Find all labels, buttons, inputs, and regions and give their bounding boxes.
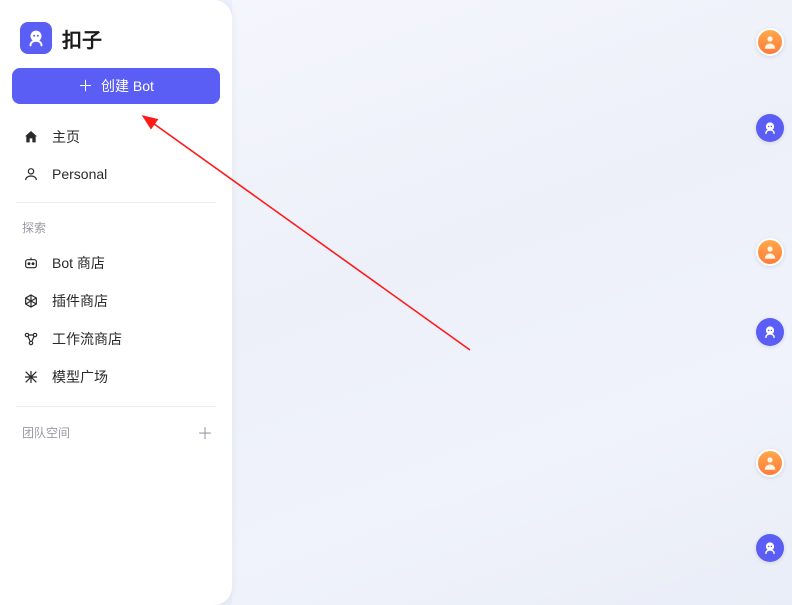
divider: [16, 202, 216, 203]
create-bot-label: 创建 Bot: [101, 76, 154, 96]
sidebar: 扣子 ＋ 创建 Bot 主页 Personal 探索 Bot 商店 插件商店: [0, 0, 232, 605]
nav-model-plaza-label: 模型广场: [52, 367, 108, 387]
nav-home[interactable]: 主页: [12, 118, 220, 156]
team-space-label: 团队空间: [22, 424, 70, 441]
assistant-bubble-icon[interactable]: [756, 534, 784, 562]
nav-plugin-store-label: 插件商店: [52, 291, 108, 311]
nav-personal-label: Personal: [52, 166, 107, 182]
nav-plugin-store[interactable]: 插件商店: [12, 282, 220, 320]
nav-home-label: 主页: [52, 127, 80, 147]
user-avatar-icon[interactable]: [756, 449, 784, 477]
nav-bot-store[interactable]: Bot 商店: [12, 244, 220, 282]
nav-workflow-store-label: 工作流商店: [52, 329, 122, 349]
nav-bot-store-label: Bot 商店: [52, 253, 105, 273]
person-icon: [22, 165, 40, 183]
assistant-bubble-icon[interactable]: [756, 318, 784, 346]
team-space-header: 团队空间 ＋: [12, 419, 220, 445]
nav-personal[interactable]: Personal: [12, 156, 220, 192]
brand-header: 扣子: [12, 16, 220, 68]
create-bot-button[interactable]: ＋ 创建 Bot: [12, 68, 220, 104]
plus-icon: ＋: [78, 79, 93, 94]
user-avatar-icon[interactable]: [756, 28, 784, 56]
divider: [16, 406, 216, 407]
assistant-bubble-icon[interactable]: [756, 114, 784, 142]
add-team-space-button[interactable]: ＋: [196, 423, 214, 441]
nav-workflow-store[interactable]: 工作流商店: [12, 320, 220, 358]
home-icon: [22, 128, 40, 146]
right-side-bubbles: [752, 0, 792, 605]
model-plaza-icon: [22, 368, 40, 386]
nav-model-plaza[interactable]: 模型广场: [12, 358, 220, 396]
workflow-store-icon: [22, 330, 40, 348]
plugin-store-icon: [22, 292, 40, 310]
bot-store-icon: [22, 254, 40, 272]
user-avatar-icon[interactable]: [756, 238, 784, 266]
main-content-area: [232, 0, 792, 605]
explore-section-label: 探索: [12, 215, 220, 244]
brand-logo-icon: [20, 22, 52, 54]
brand-title: 扣子: [62, 24, 102, 53]
